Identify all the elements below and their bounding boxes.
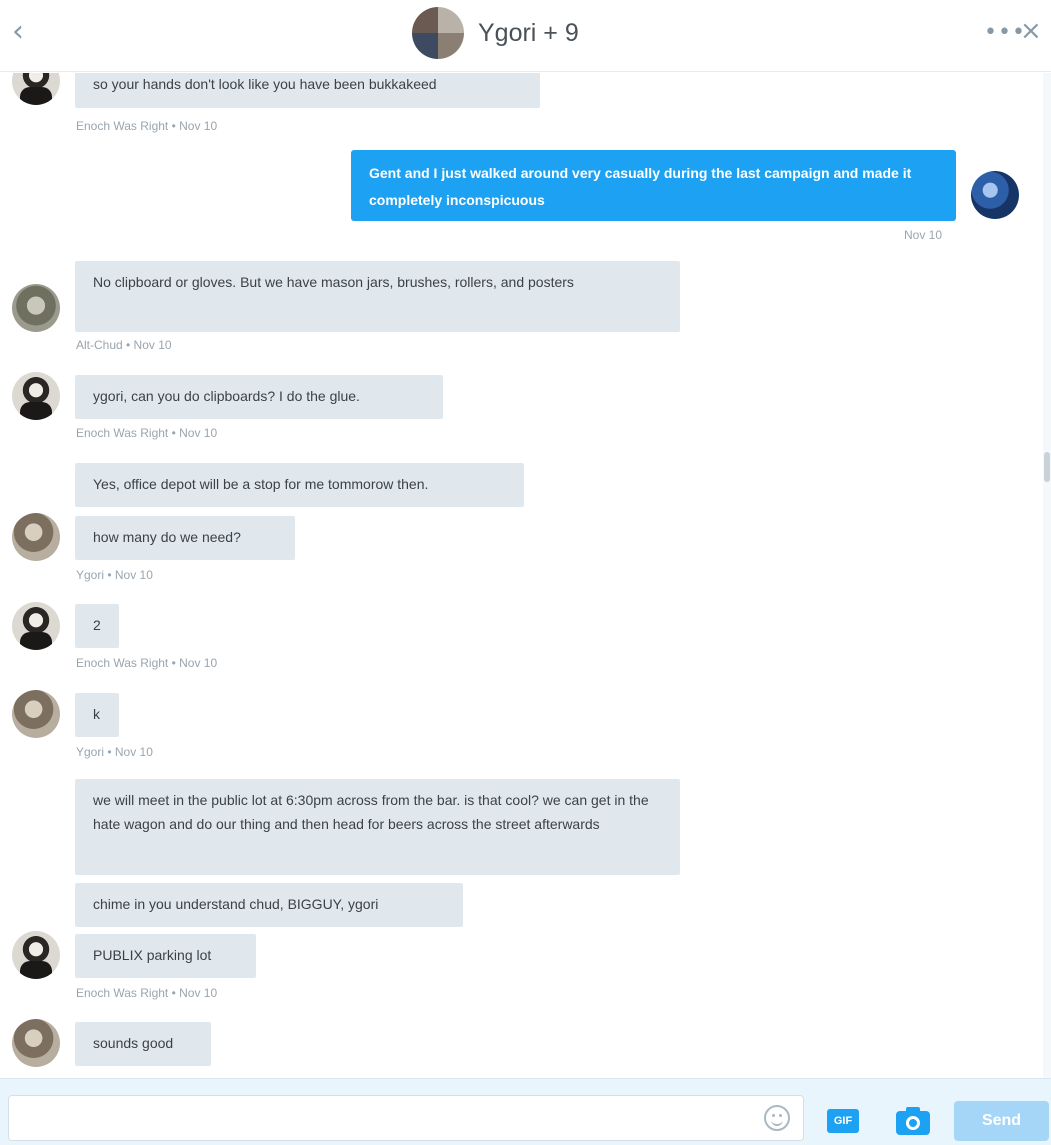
back-icon[interactable]: ‹ (12, 17, 42, 48)
avatar[interactable] (12, 1019, 60, 1067)
gif-button[interactable]: GIF (827, 1109, 859, 1133)
message-meta: Ygori • Nov 10 (76, 568, 153, 582)
avatar[interactable] (12, 284, 60, 332)
message-meta: Enoch Was Right • Nov 10 (76, 656, 218, 670)
scrollbar-track[interactable] (1043, 73, 1051, 1078)
message-input[interactable] (8, 1095, 804, 1141)
conversation-title: Ygori + 9 (478, 18, 579, 47)
avatar[interactable] (12, 513, 60, 561)
message-meta: Ygori • Nov 10 (76, 745, 153, 759)
conversation-title-group[interactable]: Ygori + 9 (412, 7, 579, 59)
message-bubble: we will meet in the public lot at 6:30pm… (75, 779, 680, 875)
message-bubble: No clipboard or gloves. But we have maso… (75, 261, 680, 332)
message-bubble: PUBLIX parking lot (75, 934, 256, 978)
message-bubble: chime in you understand chud, BIGGUY, yg… (75, 883, 463, 927)
message-bubble: Yes, office depot will be a stop for me … (75, 463, 524, 507)
message-bubble: sounds good (75, 1022, 211, 1066)
message-meta: Nov 10 (904, 228, 943, 242)
camera-icon[interactable] (896, 1105, 930, 1135)
message-list[interactable]: so your hands don't look like you have b… (0, 73, 1043, 1078)
conversation-header: ‹ Ygori + 9 ••• × (0, 0, 1051, 72)
message-bubble: so your hands don't look like you have b… (75, 73, 540, 108)
emoji-icon[interactable] (764, 1105, 790, 1131)
scrollbar-thumb[interactable] (1044, 452, 1050, 482)
message-meta: Enoch Was Right • Nov 10 (76, 986, 218, 1000)
avatar[interactable] (12, 372, 60, 420)
message-meta: Enoch Was Right • Nov 10 (76, 426, 218, 440)
message-bubble: k (75, 693, 119, 737)
camera-icon-lens (906, 1116, 920, 1130)
message-composer: GIF Send (0, 1078, 1051, 1145)
close-icon[interactable]: × (1020, 16, 1042, 46)
avatar[interactable] (12, 931, 60, 979)
message-meta: Alt-Chud • Nov 10 (76, 338, 172, 352)
message-bubble: 2 (75, 604, 119, 648)
group-avatar (412, 7, 464, 59)
message-meta: Enoch Was Right • Nov 10 (76, 119, 218, 133)
send-button[interactable]: Send (954, 1101, 1049, 1141)
avatar[interactable] (12, 690, 60, 738)
avatar[interactable] (12, 602, 60, 650)
avatar[interactable] (12, 73, 60, 105)
message-bubble-outgoing: Gent and I just walked around very casua… (351, 150, 956, 221)
message-bubble: how many do we need? (75, 516, 295, 560)
message-bubble: ygori, can you do clipboards? I do the g… (75, 375, 443, 419)
avatar[interactable] (971, 171, 1019, 219)
